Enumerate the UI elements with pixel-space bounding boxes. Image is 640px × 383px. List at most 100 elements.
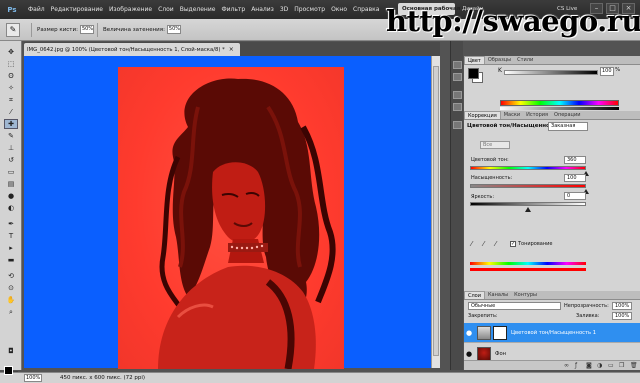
history-panel-icon[interactable]	[453, 61, 462, 69]
crop-tool-icon[interactable]: ⌗	[4, 95, 18, 105]
close-document-icon[interactable]: ×	[229, 46, 234, 53]
menu-window[interactable]: Окно	[328, 6, 350, 13]
new-group-icon[interactable]: ▭	[608, 362, 614, 369]
hue-slider[interactable]	[470, 166, 586, 170]
marquee-tool-icon[interactable]: ⬚	[4, 59, 18, 69]
menu-select[interactable]: Выделение	[177, 6, 219, 13]
colorize-checkbox[interactable]: ✓	[510, 241, 516, 247]
brush-preset-icon[interactable]: ✎	[6, 22, 20, 37]
document-image[interactable]	[118, 67, 344, 369]
zoom-tool-icon[interactable]: ⌕	[4, 307, 18, 317]
gradient-tool-icon[interactable]: ▤	[4, 179, 18, 189]
brush-size-input[interactable]: 50%	[79, 25, 94, 34]
blur-tool-icon[interactable]: ●	[4, 191, 18, 201]
vertical-scrollbar[interactable]	[431, 56, 440, 368]
quick-select-tool-icon[interactable]: ✧	[4, 83, 18, 93]
3d-rotate-tool-icon[interactable]: ⟲	[4, 271, 18, 281]
actions-panel-icon[interactable]	[453, 73, 462, 81]
dodge-tool-icon[interactable]: ◐	[4, 203, 18, 213]
pen-tool-icon[interactable]: ✒	[4, 219, 18, 229]
eyedropper-icon[interactable]: ⁄	[471, 240, 472, 248]
menu-3d[interactable]: 3D	[277, 6, 291, 13]
tab-channels[interactable]: Каналы	[485, 291, 511, 299]
new-layer-icon[interactable]: ❐	[619, 362, 624, 369]
3d-orbit-tool-icon[interactable]: ⊙	[4, 283, 18, 293]
channel-select[interactable]: Все	[480, 141, 510, 149]
tab-actions[interactable]: Операции	[551, 111, 583, 119]
quick-mask-icon[interactable]: ◘	[4, 346, 18, 356]
layer-name[interactable]: Фон	[495, 351, 506, 357]
menu-help[interactable]: Справка	[350, 6, 382, 13]
status-zoom-input[interactable]: 100%	[24, 374, 42, 382]
tab-styles[interactable]: Стили	[514, 56, 536, 64]
canvas-area[interactable]	[24, 56, 431, 369]
trash-icon[interactable]: 🗑	[630, 362, 638, 369]
healing-brush-tool-icon[interactable]: ✚	[4, 119, 18, 129]
layer-style-icon[interactable]: ƒ	[575, 362, 577, 369]
eyedropper-tool-icon[interactable]: ⁄	[4, 107, 18, 117]
workspace-essentials-button[interactable]: Основная рабочая среда	[398, 3, 481, 15]
clone-source-panel-icon[interactable]	[453, 103, 462, 111]
minimize-button[interactable]: –	[590, 3, 603, 14]
blend-mode-select[interactable]: Обычные	[468, 302, 561, 310]
document-size-info[interactable]: 450 пикс. x 600 пикс. (72 ppi)	[60, 375, 145, 381]
hand-tool-icon[interactable]: ✋	[4, 295, 18, 305]
character-panel-icon[interactable]	[453, 121, 462, 129]
k-slider[interactable]	[504, 70, 598, 75]
lightness-input[interactable]: 0	[564, 192, 586, 200]
tab-masks[interactable]: Маски	[501, 111, 523, 119]
saturation-slider[interactable]	[470, 184, 586, 188]
menu-edit[interactable]: Редактирование	[48, 6, 106, 13]
lightness-slider-thumb[interactable]	[525, 207, 531, 212]
scrollbar-thumb[interactable]	[433, 66, 439, 356]
maximize-button[interactable]: □	[606, 3, 619, 14]
menu-layers[interactable]: Слои	[155, 6, 177, 13]
type-tool-icon[interactable]: T	[4, 231, 18, 241]
history-brush-tool-icon[interactable]: ↺	[4, 155, 18, 165]
tab-layers[interactable]: Слои	[464, 291, 485, 299]
menu-analysis[interactable]: Анализ	[248, 6, 277, 13]
tab-paths[interactable]: Контуры	[511, 291, 540, 299]
saturation-input[interactable]: 100	[564, 174, 586, 182]
path-select-tool-icon[interactable]: ▸	[4, 243, 18, 253]
workspace-design-button[interactable]: Дизайн	[458, 3, 488, 15]
eyedropper-subtract-icon[interactable]: ⁄	[495, 240, 496, 248]
k-value-input[interactable]: 100	[600, 67, 614, 76]
feather-input[interactable]: 50%	[166, 25, 181, 34]
preset-select[interactable]: Заказная	[548, 122, 588, 131]
move-tool-icon[interactable]: ✥	[4, 47, 18, 57]
tab-adjustments[interactable]: Коррекция	[464, 111, 501, 119]
new-adjustment-icon[interactable]: ◑	[597, 362, 602, 369]
visibility-eye-icon[interactable]: ●	[464, 329, 474, 337]
layer-name[interactable]: Цветовой тон/Насыщенность 1	[511, 330, 596, 336]
cs-live-button[interactable]: CS Live	[553, 3, 583, 15]
menu-image[interactable]: Изображение	[106, 6, 155, 13]
color-panel-foreground-swatch[interactable]	[468, 68, 479, 79]
close-window-button[interactable]: ×	[622, 3, 635, 14]
tab-history[interactable]: История	[523, 111, 551, 119]
brush-panel-icon[interactable]	[453, 91, 462, 99]
color-spectrum-ramp[interactable]	[500, 100, 619, 106]
lasso-tool-icon[interactable]: ʘ	[4, 71, 18, 81]
add-mask-icon[interactable]: ◙	[586, 362, 592, 369]
menu-filter[interactable]: Фильтр	[218, 6, 248, 13]
tab-color[interactable]: Цвет	[464, 56, 485, 64]
brush-tool-icon[interactable]: ✎	[4, 131, 18, 141]
visibility-eye-icon[interactable]: ●	[464, 350, 474, 358]
lightness-slider[interactable]	[470, 202, 586, 206]
opacity-input[interactable]: 100%	[612, 302, 632, 310]
eyedropper-add-icon[interactable]: ⁄	[483, 240, 484, 248]
shape-tool-icon[interactable]: ▬	[4, 255, 18, 265]
clone-stamp-tool-icon[interactable]: ⊥	[4, 143, 18, 153]
layer-mask-thumbnail[interactable]	[493, 325, 507, 340]
fill-input[interactable]: 100%	[612, 312, 632, 320]
document-tab[interactable]: IMG_0642.jpg @ 100% (Цветовой тон/Насыще…	[24, 43, 240, 56]
tab-swatches[interactable]: Образцы	[485, 56, 514, 64]
hue-input[interactable]: 360	[564, 156, 586, 164]
foreground-color-swatch[interactable]	[4, 366, 13, 375]
grayscale-ramp[interactable]	[500, 107, 619, 110]
layer-row-hue-saturation[interactable]: ● Цветовой тон/Насыщенность 1	[464, 323, 640, 343]
link-layers-icon[interactable]: ∞	[564, 362, 569, 369]
menu-file[interactable]: Файл	[25, 6, 48, 13]
menu-view[interactable]: Просмотр	[291, 6, 328, 13]
